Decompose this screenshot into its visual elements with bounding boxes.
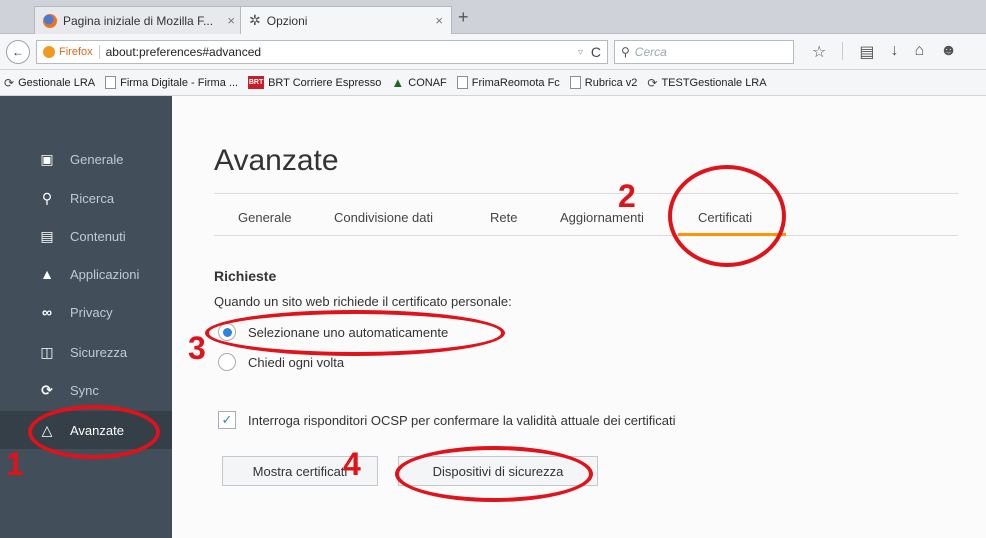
bookmark-firma-digitale[interactable]: Firma Digitale - Firma ... xyxy=(105,76,238,89)
content-icon: ▤ xyxy=(40,227,54,244)
applications-icon: ▲ xyxy=(40,266,54,282)
bookmark-gestionale-lra[interactable]: ⟳ Gestionale LRA xyxy=(4,76,95,90)
bookmark-conaf[interactable]: ▲ CONAF xyxy=(391,75,446,90)
navigation-bar: ← Firefox about:preferences#advanced ▿ C… xyxy=(0,34,986,70)
chat-icon[interactable]: ☻ xyxy=(940,42,957,62)
url-separator xyxy=(98,45,100,59)
sidebar-item-sicurezza[interactable]: ◫ Sicurezza xyxy=(0,334,172,370)
bookmark-label: Gestionale LRA xyxy=(18,76,96,89)
url-bar[interactable]: Firefox about:preferences#advanced ▿ C xyxy=(36,40,608,64)
tree-icon: ▲ xyxy=(391,75,405,90)
reload-icon[interactable]: C xyxy=(591,44,601,60)
bookmarks-menu-icon[interactable]: ▤ xyxy=(859,42,874,62)
search-placeholder: Cerca xyxy=(634,45,667,59)
url-dropdown-icon[interactable]: ▿ xyxy=(578,47,583,58)
firefox-logo-icon xyxy=(43,13,57,28)
ocsp-checkbox-row[interactable]: ✓ Interroga risponditori OCSP per confer… xyxy=(218,411,676,429)
bookmark-label: Rubrica v2 xyxy=(584,76,638,89)
radio-label: Selezionane uno automaticamente xyxy=(248,324,449,340)
security-lock-icon: ◫ xyxy=(40,343,54,360)
section-title: Richieste xyxy=(214,268,277,284)
radio-select-automatically[interactable]: Selezionane uno automaticamente xyxy=(218,323,448,341)
sidebar-item-label: Generale xyxy=(70,151,124,167)
sidebar-item-privacy[interactable]: ∞ Privacy xyxy=(0,294,172,330)
bookmarks-toolbar: ⟳ Gestionale LRA Firma Digitale - Firma … xyxy=(0,70,986,96)
sidebar-item-ricerca[interactable]: ⚲ Ricerca xyxy=(0,180,172,216)
preferences-sidebar: ▣ Generale ⚲ Ricerca ▤ Contenuti ▲ Appli… xyxy=(0,96,172,538)
home-icon[interactable]: ⌂ xyxy=(914,42,924,62)
search-magnifier-icon: ⚲ xyxy=(621,45,630,59)
tab-aggiornamenti[interactable]: Aggiornamenti xyxy=(560,210,644,225)
radio-ask-every-time[interactable]: Chiedi ogni volta xyxy=(218,353,344,371)
bookmark-label: Firma Digitale - Firma ... xyxy=(120,76,239,89)
gear-icon: ✲ xyxy=(249,12,261,28)
bookmark-label: CONAF xyxy=(408,76,447,89)
sidebar-item-generale[interactable]: ▣ Generale xyxy=(0,141,172,177)
new-tab-button[interactable]: + xyxy=(458,7,469,28)
radio-button-unchecked[interactable] xyxy=(218,353,236,371)
advanced-tabs: Generale Condivisione dati Rete Aggiorna… xyxy=(214,200,958,236)
sidebar-item-label: Avanzate xyxy=(70,422,124,438)
back-button[interactable]: ← xyxy=(6,40,30,64)
bookmark-label: TESTGestionale LRA xyxy=(661,76,767,89)
toolbar-icons: ☆ ▤ ↓ ⌂ ☻ xyxy=(812,42,957,62)
bookmark-label: BRT Corriere Espresso xyxy=(268,76,382,89)
ocsp-checkbox[interactable]: ✓ xyxy=(218,411,236,429)
search-icon: ⚲ xyxy=(41,189,53,206)
browser-tab-mozilla-home[interactable]: Pagina iniziale di Mozilla F... × xyxy=(34,6,244,34)
sidebar-item-label: Contenuti xyxy=(70,228,126,244)
search-bar[interactable]: ⚲ Cerca xyxy=(614,40,794,64)
ocsp-label: Interroga risponditori OCSP per conferma… xyxy=(248,412,676,428)
sidebar-item-label: Privacy xyxy=(70,304,113,320)
section-description: Quando un sito web richiede il certifica… xyxy=(214,294,512,309)
sidebar-item-applicazioni[interactable]: ▲ Applicazioni xyxy=(0,256,172,292)
cycle-icon: ⟳ xyxy=(647,75,658,90)
brt-icon: BRT xyxy=(248,76,265,89)
general-icon: ▣ xyxy=(40,150,54,167)
tab-label: Pagina iniziale di Mozilla F... xyxy=(63,13,214,28)
preferences-content: Avanzate Generale Condivisione dati Rete… xyxy=(172,96,986,538)
tab-generale[interactable]: Generale xyxy=(238,210,291,225)
sidebar-item-label: Applicazioni xyxy=(70,266,140,282)
url-text[interactable]: about:preferences#advanced xyxy=(106,45,578,59)
title-divider xyxy=(214,193,958,194)
tab-condivisione-dati[interactable]: Condivisione dati xyxy=(334,210,433,225)
radio-label: Chiedi ogni volta xyxy=(248,354,345,370)
close-tab-icon[interactable]: × xyxy=(435,13,443,28)
sidebar-item-sync[interactable]: ⟳ Sync xyxy=(0,372,172,408)
sync-icon: ⟳ xyxy=(41,381,53,398)
page-icon xyxy=(456,76,468,89)
page-title: Avanzate xyxy=(214,144,339,177)
bookmark-brt[interactable]: BRT BRT Corriere Espresso xyxy=(248,76,381,89)
bookmark-label: FrimaReomota Fc xyxy=(471,76,560,89)
selected-tab-underline xyxy=(678,233,786,236)
toolbar-divider xyxy=(842,42,844,60)
page-icon xyxy=(105,76,117,89)
radio-button-checked[interactable] xyxy=(218,323,236,341)
privacy-mask-icon: ∞ xyxy=(42,304,52,320)
star-icon[interactable]: ☆ xyxy=(812,42,826,62)
firefox-brand-label: Firefox xyxy=(59,46,93,58)
tab-certificati[interactable]: Certificati xyxy=(698,210,752,225)
security-devices-button[interactable]: Dispositivi di sicurezza xyxy=(398,456,598,486)
advanced-icon: △ xyxy=(41,421,53,438)
sidebar-item-avanzate[interactable]: △ Avanzate xyxy=(0,411,172,449)
sidebar-item-label: Ricerca xyxy=(70,190,115,206)
bookmark-frimareomota[interactable]: FrimaReomota Fc xyxy=(456,76,560,89)
tab-rete[interactable]: Rete xyxy=(490,210,517,225)
cycle-icon: ⟳ xyxy=(4,75,15,90)
show-certificates-button[interactable]: Mostra certificati xyxy=(222,456,378,486)
sidebar-item-label: Sicurezza xyxy=(70,344,128,360)
bookmark-rubrica[interactable]: Rubrica v2 xyxy=(569,76,638,89)
browser-tab-options[interactable]: ✲ Opzioni × xyxy=(240,6,452,34)
sidebar-item-label: Sync xyxy=(70,382,99,398)
tab-strip: Pagina iniziale di Mozilla F... × ✲ Opzi… xyxy=(0,0,986,34)
firefox-identity-icon xyxy=(43,46,55,58)
page-icon xyxy=(569,76,581,89)
download-icon[interactable]: ↓ xyxy=(890,42,898,62)
close-tab-icon[interactable]: × xyxy=(227,13,235,28)
sidebar-item-contenuti[interactable]: ▤ Contenuti xyxy=(0,218,172,254)
tab-label: Opzioni xyxy=(266,13,308,28)
bookmark-test-gestionale[interactable]: ⟳ TESTGestionale LRA xyxy=(647,76,766,90)
